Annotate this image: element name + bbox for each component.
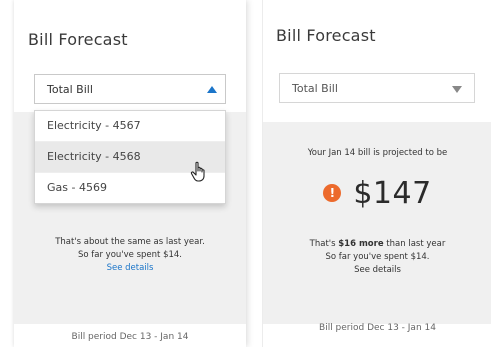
comparison-text: That's $16 more than last year: [263, 238, 491, 250]
bill-forecast-panel: Bill Forecast Total Bill Your Jan 14 bil…: [262, 0, 491, 347]
caret-down-icon: [452, 86, 462, 93]
bill-period: Bill period Dec 13 - Jan 14: [71, 332, 189, 342]
alert-icon: !: [323, 184, 342, 202]
bill-type-menu: Electricity - 4567 Electricity - 4568 Ga…: [34, 110, 226, 204]
select-value: Total Bill: [47, 83, 93, 96]
bill-forecast-panel-expanded: Bill Forecast That's about the same as l…: [14, 0, 246, 347]
select-value: Total Bill: [292, 82, 338, 95]
bill-type-select[interactable]: Total Bill: [279, 73, 475, 103]
comparison-amount: $16 more: [338, 239, 384, 249]
projected-amount: $147: [353, 175, 432, 211]
panel-title: Bill Forecast: [28, 30, 128, 49]
projection-text: Your Jan 14 bill is projected to be: [307, 148, 448, 158]
caret-up-icon: [207, 86, 217, 93]
spent-text: So far you've spent $14.: [77, 250, 182, 260]
panel-title: Bill Forecast: [276, 26, 376, 45]
bill-type-select[interactable]: Total Bill: [34, 74, 226, 104]
comparison-prefix: That's: [309, 239, 339, 249]
bill-period: Bill period Dec 13 - Jan 14: [319, 323, 436, 333]
comparison-suffix: than last year: [383, 239, 446, 249]
spent-text: So far you've spent $14.: [325, 252, 430, 262]
see-details-link[interactable]: See details: [263, 264, 491, 276]
hand-pointer-icon: [190, 161, 205, 182]
comparison-text: That's about the same as last year.: [55, 237, 205, 247]
see-details-link[interactable]: See details: [14, 262, 246, 274]
projected-amount-row: ! $147: [263, 173, 491, 213]
menu-item-electricity-4567[interactable]: Electricity - 4567: [35, 111, 225, 142]
